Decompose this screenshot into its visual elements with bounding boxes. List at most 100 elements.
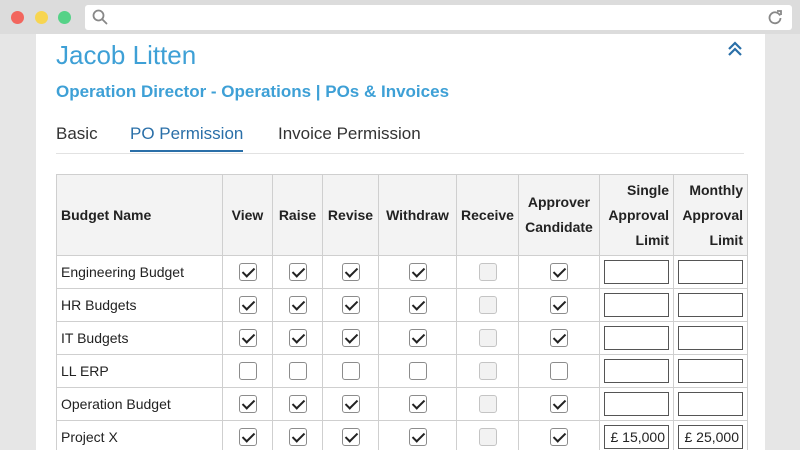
view-checkbox[interactable] (238, 428, 257, 447)
approver-checkbox[interactable] (550, 296, 568, 315)
raise-checkbox[interactable] (288, 428, 307, 447)
budget-name-cell: Operation Budget (56, 387, 223, 421)
tab-basic[interactable]: Basic (56, 124, 98, 150)
view-cell (222, 288, 273, 322)
single-limit-input[interactable] (604, 293, 669, 317)
view-cell (222, 354, 273, 388)
table-row: LL ERP (56, 354, 748, 388)
revise-checkbox[interactable] (341, 428, 360, 447)
header-receive: Receive (456, 174, 519, 256)
address-bar[interactable] (85, 5, 792, 30)
reload-icon[interactable] (767, 9, 783, 25)
approver-checkbox[interactable] (550, 263, 568, 282)
revise-checkbox[interactable] (341, 296, 360, 315)
monthly-limit-cell (673, 387, 748, 421)
raise-checkbox[interactable] (288, 395, 307, 414)
tab-po-permission[interactable]: PO Permission (130, 124, 244, 152)
revise-checkbox[interactable] (341, 362, 360, 381)
tab-invoice-permission[interactable]: Invoice Permission (278, 124, 421, 150)
raise-checkbox[interactable] (288, 263, 307, 282)
withdraw-cell (378, 420, 457, 450)
approver-checkbox[interactable] (550, 362, 568, 381)
raise-cell (272, 420, 323, 450)
view-cell (222, 387, 273, 421)
table-header-row: Budget Name View Raise Revise Withdraw R… (56, 174, 748, 256)
table-row: Engineering Budget (56, 255, 748, 289)
monthly-limit-cell (673, 321, 748, 355)
withdraw-checkbox[interactable] (408, 362, 427, 381)
header-approver-line-1: Approver (527, 194, 591, 210)
raise-checkbox[interactable] (288, 362, 307, 381)
receive-checkbox (478, 362, 497, 381)
single-limit-input[interactable] (604, 260, 669, 284)
raise-cell (272, 255, 323, 289)
single-limit-input[interactable] (604, 392, 669, 416)
header-single-limit: Single Approval Limit (599, 174, 674, 256)
budget-name-cell: Engineering Budget (56, 255, 223, 289)
receive-cell (456, 354, 519, 388)
header-monthly-line-3: Limit (709, 231, 743, 248)
revise-cell (322, 288, 379, 322)
approver-cell (518, 321, 600, 355)
withdraw-checkbox[interactable] (408, 395, 427, 414)
single-limit-cell (599, 420, 674, 450)
header-single-line-3: Limit (635, 231, 669, 248)
view-checkbox[interactable] (238, 263, 257, 282)
table-row: Operation Budget (56, 387, 748, 421)
approver-checkbox[interactable] (550, 329, 568, 348)
approver-cell (518, 288, 600, 322)
revise-checkbox[interactable] (341, 395, 360, 414)
monthly-limit-input[interactable] (678, 392, 743, 416)
monthly-limit-input[interactable] (678, 260, 743, 284)
withdraw-cell (378, 387, 457, 421)
monthly-limit-cell (673, 420, 748, 450)
header-view: View (222, 174, 273, 256)
revise-cell (322, 255, 379, 289)
monthly-limit-input[interactable] (678, 326, 743, 350)
header-withdraw: Withdraw (378, 174, 457, 256)
minimize-window-button[interactable] (35, 11, 48, 24)
monthly-limit-cell (673, 255, 748, 289)
page-content: Jacob Litten Operation Director - Operat… (36, 34, 765, 450)
raise-cell (272, 354, 323, 388)
withdraw-checkbox[interactable] (408, 428, 427, 447)
receive-cell (456, 387, 519, 421)
raise-checkbox[interactable] (288, 329, 307, 348)
maximize-window-button[interactable] (58, 11, 71, 24)
view-checkbox[interactable] (238, 395, 257, 414)
single-limit-input[interactable] (604, 326, 669, 350)
monthly-limit-input[interactable] (678, 425, 743, 449)
header-approver-candidate: Approver Candidate (518, 174, 600, 256)
single-limit-input[interactable] (604, 425, 669, 449)
view-checkbox[interactable] (238, 329, 257, 348)
single-limit-input[interactable] (604, 359, 669, 383)
raise-checkbox[interactable] (288, 296, 307, 315)
approver-checkbox[interactable] (550, 428, 568, 447)
withdraw-checkbox[interactable] (408, 329, 427, 348)
close-window-button[interactable] (11, 11, 24, 24)
header-approver-line-2: Candidate (525, 219, 593, 235)
raise-cell (272, 288, 323, 322)
table-body: Engineering Budget HR Budgets IT Budgets LL… (56, 255, 748, 450)
approver-checkbox[interactable] (550, 395, 568, 414)
tab-bar: Basic PO Permission Invoice Permission (56, 122, 744, 154)
revise-cell (322, 420, 379, 450)
view-cell (222, 255, 273, 289)
monthly-limit-input[interactable] (678, 359, 743, 383)
chevron-double-up-icon[interactable] (726, 40, 744, 58)
revise-cell (322, 354, 379, 388)
budget-name-cell: IT Budgets (56, 321, 223, 355)
withdraw-checkbox[interactable] (408, 296, 427, 315)
view-checkbox[interactable] (238, 296, 257, 315)
header-monthly-limit: Monthly Approval Limit (673, 174, 748, 256)
table-row: HR Budgets (56, 288, 748, 322)
revise-checkbox[interactable] (341, 329, 360, 348)
revise-checkbox[interactable] (341, 263, 360, 282)
monthly-limit-input[interactable] (678, 293, 743, 317)
single-limit-cell (599, 255, 674, 289)
view-checkbox[interactable] (238, 362, 257, 381)
revise-cell (322, 387, 379, 421)
withdraw-cell (378, 354, 457, 388)
withdraw-checkbox[interactable] (408, 263, 427, 282)
table-row: IT Budgets (56, 321, 748, 355)
